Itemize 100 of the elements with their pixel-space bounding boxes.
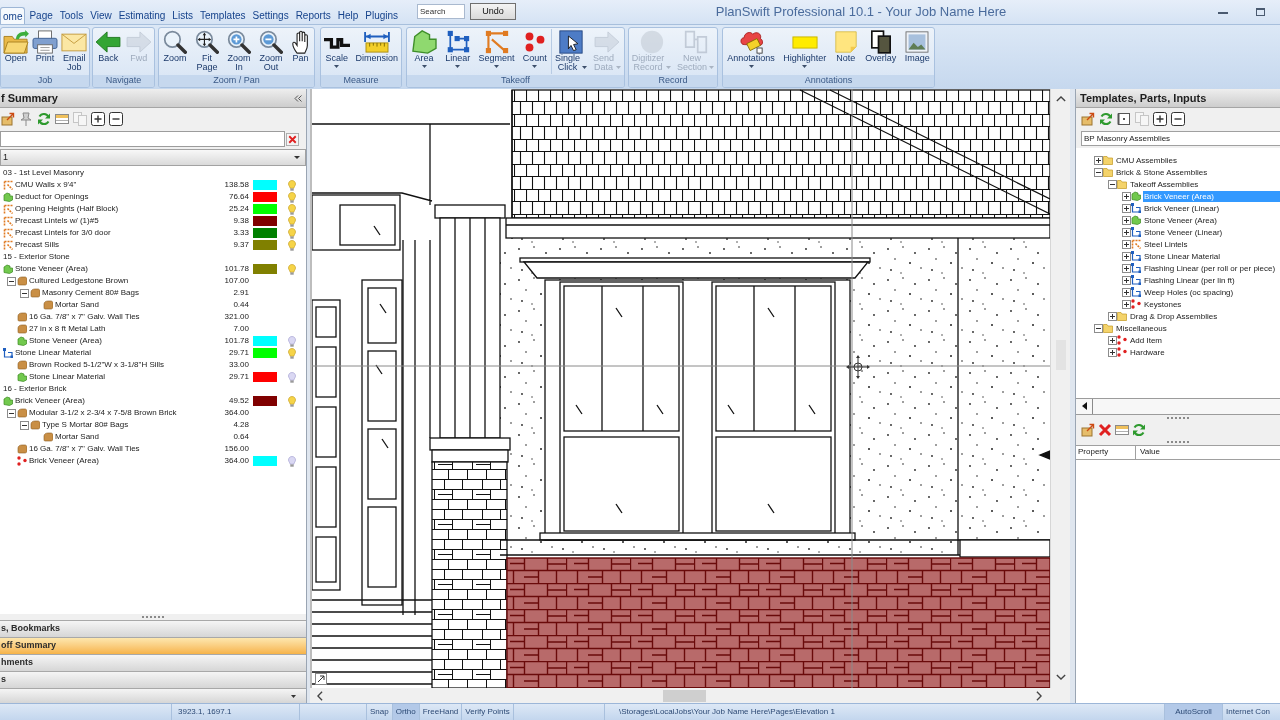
undo-button[interactable]: Undo bbox=[470, 3, 516, 20]
minus-box-icon[interactable] bbox=[1094, 323, 1103, 333]
menu-tab[interactable]: Templates bbox=[196, 7, 249, 24]
image-button[interactable]: Image bbox=[903, 30, 931, 63]
refresh-icon[interactable] bbox=[1132, 422, 1146, 437]
scrollbar-thumb[interactable] bbox=[663, 689, 706, 702]
tree-item[interactable]: Flashing Linear (per roll or per piece) bbox=[1143, 262, 1276, 274]
splitter-handle[interactable] bbox=[1167, 440, 1189, 443]
menu-tab[interactable]: Reports bbox=[292, 7, 334, 24]
open-button[interactable]: Open bbox=[1, 30, 30, 63]
minus-box-icon[interactable] bbox=[109, 111, 123, 126]
tree-item[interactable]: Masonry Cement 80# Bags bbox=[42, 288, 139, 298]
print-button[interactable]: Print bbox=[31, 30, 59, 63]
tree-item[interactable]: Opening Heights (Half Block) bbox=[15, 204, 119, 214]
highlighter-button[interactable]: Highlighter bbox=[782, 30, 828, 68]
plus-box-icon[interactable] bbox=[1122, 203, 1131, 213]
segment-button[interactable]: Segment bbox=[477, 30, 516, 68]
minus-box-icon[interactable] bbox=[7, 408, 16, 418]
tree-item[interactable]: Brick Veneer (Area) bbox=[15, 396, 85, 406]
tree-item[interactable]: CMU Assemblies bbox=[1115, 154, 1177, 166]
menu-tab[interactable]: Help bbox=[334, 7, 362, 24]
chevron-up-icon[interactable] bbox=[1055, 96, 1066, 102]
lightbulb-icon[interactable] bbox=[288, 179, 296, 191]
folder-arrow-icon[interactable] bbox=[1, 111, 15, 126]
menu-tab[interactable]: Settings bbox=[249, 7, 292, 24]
frame-icon[interactable] bbox=[1117, 111, 1131, 126]
lightbulb-icon[interactable] bbox=[288, 335, 296, 347]
menu-tab[interactable]: Estimating bbox=[115, 7, 169, 24]
menu-tab[interactable]: Lists bbox=[169, 7, 196, 24]
navigation-bar[interactable]: s, Bookmarks bbox=[0, 620, 306, 637]
minus-box-icon[interactable] bbox=[1094, 167, 1103, 177]
plus-box-icon[interactable] bbox=[1153, 111, 1167, 126]
minus-box-icon[interactable] bbox=[20, 420, 29, 430]
tree-item[interactable]: Miscellaneous bbox=[1115, 322, 1167, 334]
plus-box-icon[interactable] bbox=[1122, 215, 1131, 225]
back-button[interactable]: Back bbox=[94, 30, 123, 63]
annotations-button[interactable]: Annotations bbox=[726, 30, 776, 68]
tree-item[interactable]: Brick & Stone Assemblies bbox=[1115, 166, 1208, 178]
tree-item[interactable]: Mortar Sand bbox=[55, 432, 100, 442]
tree-item[interactable]: 03 - 1st Level Masonry bbox=[3, 168, 84, 178]
dimension-button[interactable]: Dimension bbox=[354, 30, 400, 63]
tree-item[interactable]: Brick Veneer (Area) bbox=[29, 456, 99, 466]
lightbulb-icon[interactable] bbox=[288, 227, 296, 239]
tree-item[interactable]: Weep Holes (oc spacing) bbox=[1143, 286, 1234, 298]
tree-item[interactable]: Steel Lintels bbox=[1143, 238, 1188, 250]
tree-item[interactable]: Precast Sills bbox=[15, 240, 59, 250]
navigation-bar[interactable]: hments bbox=[0, 654, 306, 671]
navigation-bar[interactable]: s bbox=[0, 671, 306, 688]
tree-item[interactable]: Mortar Sand bbox=[55, 300, 100, 310]
plus-box-icon[interactable] bbox=[1122, 251, 1131, 261]
filter-dropdown[interactable]: 1 bbox=[0, 149, 306, 166]
tree-item[interactable]: Precast Lintels w/ (1)#5 bbox=[15, 216, 99, 226]
tree-item[interactable]: Stone Veneer (Linear) bbox=[1143, 226, 1223, 238]
lightbulb-icon[interactable] bbox=[288, 263, 296, 275]
scale-button[interactable]: Scale bbox=[322, 30, 351, 68]
chevron-left-icon[interactable] bbox=[317, 690, 323, 701]
folder-arrow-icon[interactable] bbox=[1081, 422, 1095, 437]
tree-item[interactable]: Brown Rocked 5-1/2"W x 3-1/8"H Sills bbox=[29, 360, 165, 370]
zoom-out-button[interactable]: Zoom Out bbox=[258, 30, 284, 72]
tree-item[interactable]: Stone Veneer (Area) bbox=[15, 264, 88, 274]
tree-item[interactable]: Flashing Linear (per lin ft) bbox=[1143, 274, 1235, 286]
plus-box-icon[interactable] bbox=[91, 111, 105, 126]
lightbulb-icon[interactable] bbox=[288, 455, 296, 467]
tree-item[interactable]: 15 - Exterior Stone bbox=[3, 252, 70, 262]
pan-button[interactable]: Pan bbox=[290, 30, 311, 63]
folder-arrow-icon[interactable] bbox=[1081, 111, 1095, 126]
plus-box-icon[interactable] bbox=[1108, 335, 1117, 345]
lightbulb-icon[interactable] bbox=[288, 347, 296, 359]
zoom-button[interactable]: Zoom bbox=[162, 30, 188, 63]
lightbulb-icon[interactable] bbox=[288, 395, 296, 407]
linear-button[interactable]: Linear bbox=[444, 30, 472, 68]
tree-item[interactable]: Stone Linear Material bbox=[29, 372, 106, 382]
table-icon[interactable] bbox=[1115, 422, 1129, 437]
menu-tab[interactable]: ome bbox=[0, 7, 26, 24]
tree-item[interactable]: Add Item bbox=[1129, 334, 1162, 346]
lightbulb-icon[interactable] bbox=[288, 203, 296, 215]
plus-box-icon[interactable] bbox=[1122, 299, 1131, 309]
maximize-icon[interactable] bbox=[1256, 8, 1265, 16]
library-dropdown[interactable]: BP Masonry Assemblies bbox=[1081, 131, 1280, 146]
menu-tab[interactable]: Page bbox=[26, 7, 56, 24]
tree-item[interactable]: Precast Lintels for 3/0 door bbox=[15, 228, 111, 238]
menu-tab[interactable]: Plugins bbox=[362, 7, 402, 24]
search-field[interactable] bbox=[0, 131, 285, 147]
status-toggle[interactable]: FreeHand bbox=[419, 704, 463, 720]
area-button[interactable]: Area bbox=[410, 30, 439, 68]
plus-box-icon[interactable] bbox=[1122, 191, 1131, 201]
status-toggle[interactable]: Verify Points bbox=[462, 704, 514, 720]
tree-item[interactable]: Brick Veneer (Linear) bbox=[1143, 202, 1220, 214]
minus-box-icon[interactable] bbox=[1171, 111, 1185, 126]
tree-item[interactable]: Type S Mortar 80# Bags bbox=[42, 420, 129, 430]
plus-box-icon[interactable] bbox=[1122, 275, 1131, 285]
table-icon[interactable] bbox=[55, 111, 69, 126]
fit-page-button[interactable]: Fit Page bbox=[194, 30, 220, 72]
status-toggle[interactable]: AutoScroll bbox=[1165, 704, 1223, 720]
minus-box-icon[interactable] bbox=[7, 276, 16, 286]
count-button[interactable]: Count bbox=[521, 30, 548, 68]
status-toggle[interactable]: Snap bbox=[367, 704, 393, 720]
navigation-bar[interactable]: off Summary bbox=[0, 637, 306, 654]
plus-box-icon[interactable] bbox=[1094, 155, 1103, 165]
tree-item[interactable]: CMU Walls x 9'4" bbox=[15, 180, 77, 190]
